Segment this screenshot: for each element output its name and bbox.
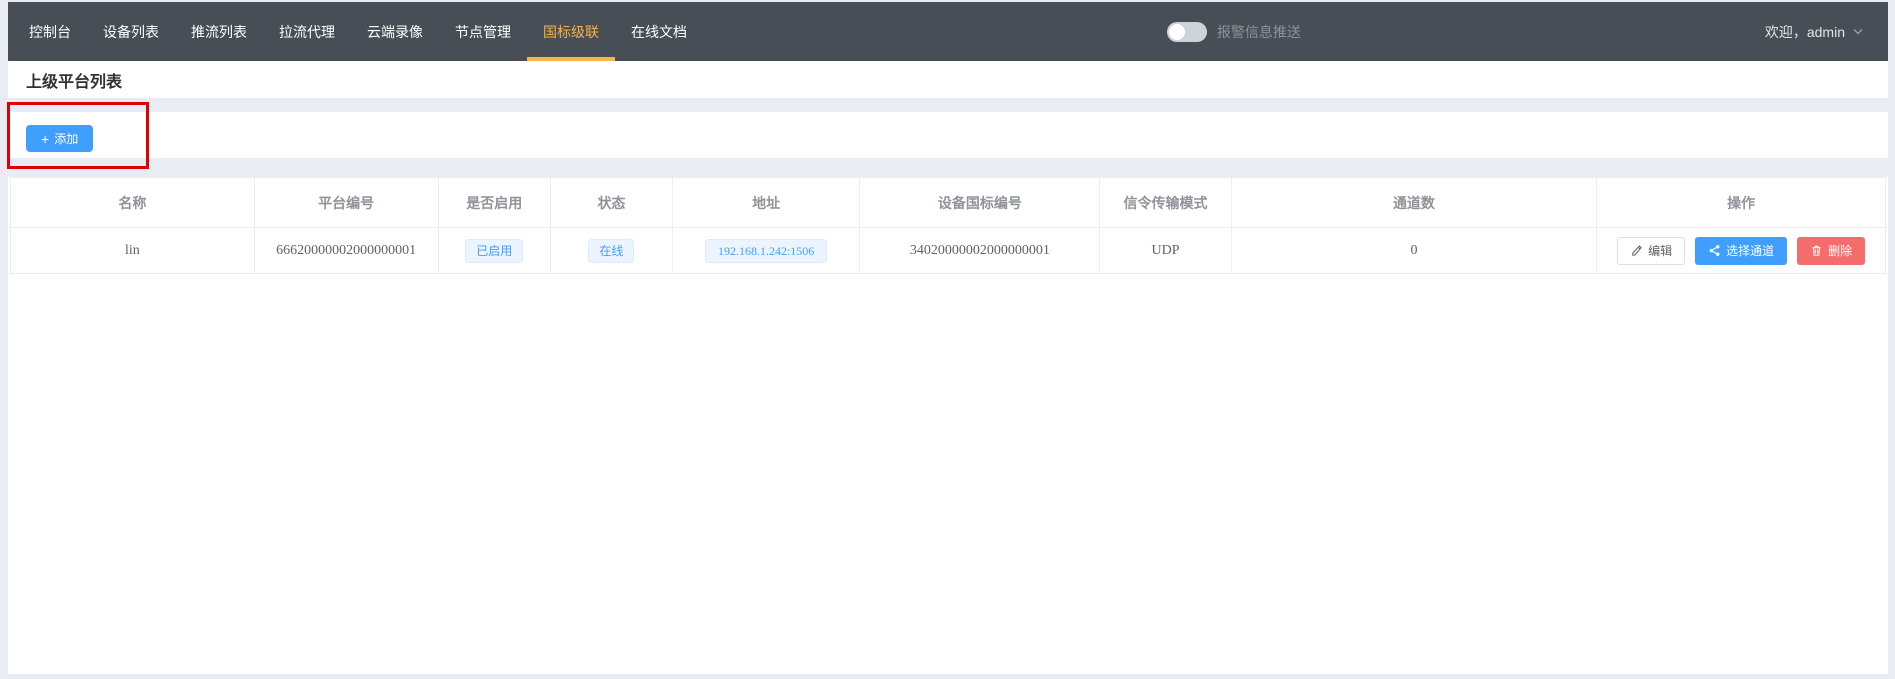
- spacer: [8, 98, 1888, 112]
- nav-item-push-list[interactable]: 推流列表: [175, 2, 263, 61]
- toggle-knob: [1169, 24, 1185, 40]
- chevron-down-icon: [1853, 28, 1863, 35]
- add-button[interactable]: + 添加: [26, 125, 93, 152]
- nav-item-gb-cascade[interactable]: 国标级联: [527, 2, 615, 61]
- header-platform-id: 平台编号: [254, 178, 438, 228]
- nav-item-pull-proxy[interactable]: 拉流代理: [263, 2, 351, 61]
- cell-name: lin: [11, 228, 255, 274]
- page-container: 控制台 设备列表 推流列表 拉流代理 云端录像 节点管理 国标级联 在线文档 报…: [8, 2, 1888, 674]
- toolbar: + 添加: [8, 112, 1888, 158]
- address-badge[interactable]: 192.168.1.242:1506: [705, 239, 827, 263]
- cell-address: 192.168.1.242:1506: [672, 228, 860, 274]
- pencil-icon: [1630, 244, 1643, 257]
- nav-item-console[interactable]: 控制台: [13, 2, 87, 61]
- header-status: 状态: [551, 178, 673, 228]
- platform-table: 名称 平台编号 是否启用 状态 地址 设备国标编号 信令传输模式 通道数 操作 …: [10, 177, 1886, 274]
- header-transport-mode: 信令传输模式: [1100, 178, 1231, 228]
- cell-status: 在线: [551, 228, 673, 274]
- alarm-toggle-label: 报警信息推送: [1217, 22, 1301, 42]
- trash-icon: [1810, 244, 1823, 257]
- page-title: 上级平台列表: [26, 68, 122, 92]
- nav-item-device-list[interactable]: 设备列表: [87, 2, 175, 61]
- delete-button-label: 删除: [1828, 242, 1852, 259]
- top-navbar: 控制台 设备列表 推流列表 拉流代理 云端录像 节点管理 国标级联 在线文档 报…: [8, 2, 1888, 61]
- header-name: 名称: [11, 178, 255, 228]
- add-button-label: 添加: [54, 130, 78, 147]
- edit-button[interactable]: 编辑: [1617, 237, 1685, 265]
- welcome-text: 欢迎，admin: [1765, 22, 1845, 42]
- enabled-badge: 已启用: [465, 239, 523, 263]
- title-bar: 上级平台列表: [8, 61, 1888, 98]
- delete-button[interactable]: 删除: [1797, 237, 1865, 265]
- cell-device-gb-id: 34020000002000000001: [860, 228, 1100, 274]
- table-header-row: 名称 平台编号 是否启用 状态 地址 设备国标编号 信令传输模式 通道数 操作: [11, 178, 1886, 228]
- table-row: lin 66620000002000000001 已启用 在线 192.168.…: [11, 228, 1886, 274]
- alarm-toggle-group: 报警信息推送: [1167, 2, 1301, 61]
- plus-icon: +: [41, 132, 49, 146]
- cell-platform-id: 66620000002000000001: [254, 228, 438, 274]
- header-address: 地址: [672, 178, 860, 228]
- status-badge: 在线: [588, 239, 634, 263]
- nav-item-cloud-record[interactable]: 云端录像: [351, 2, 439, 61]
- nav-item-online-docs[interactable]: 在线文档: [615, 2, 703, 61]
- platform-table-card: 名称 平台编号 是否启用 状态 地址 设备国标编号 信令传输模式 通道数 操作 …: [8, 177, 1888, 674]
- header-channel-count: 通道数: [1231, 178, 1597, 228]
- spacer: [8, 158, 1888, 177]
- edit-button-label: 编辑: [1648, 242, 1672, 259]
- header-operations: 操作: [1597, 178, 1886, 228]
- cell-operations: 编辑: [1597, 228, 1886, 274]
- alarm-push-toggle[interactable]: [1167, 22, 1207, 42]
- user-menu[interactable]: 欢迎，admin: [1765, 2, 1863, 61]
- cell-channel-count: 0: [1231, 228, 1597, 274]
- header-enabled: 是否启用: [438, 178, 551, 228]
- select-channel-button[interactable]: 选择通道: [1695, 237, 1787, 265]
- select-channel-label: 选择通道: [1726, 242, 1774, 259]
- header-device-gb-id: 设备国标编号: [860, 178, 1100, 228]
- cell-transport-mode: UDP: [1100, 228, 1231, 274]
- cell-enabled: 已启用: [438, 228, 551, 274]
- nav-item-node-manage[interactable]: 节点管理: [439, 2, 527, 61]
- share-icon: [1708, 244, 1721, 257]
